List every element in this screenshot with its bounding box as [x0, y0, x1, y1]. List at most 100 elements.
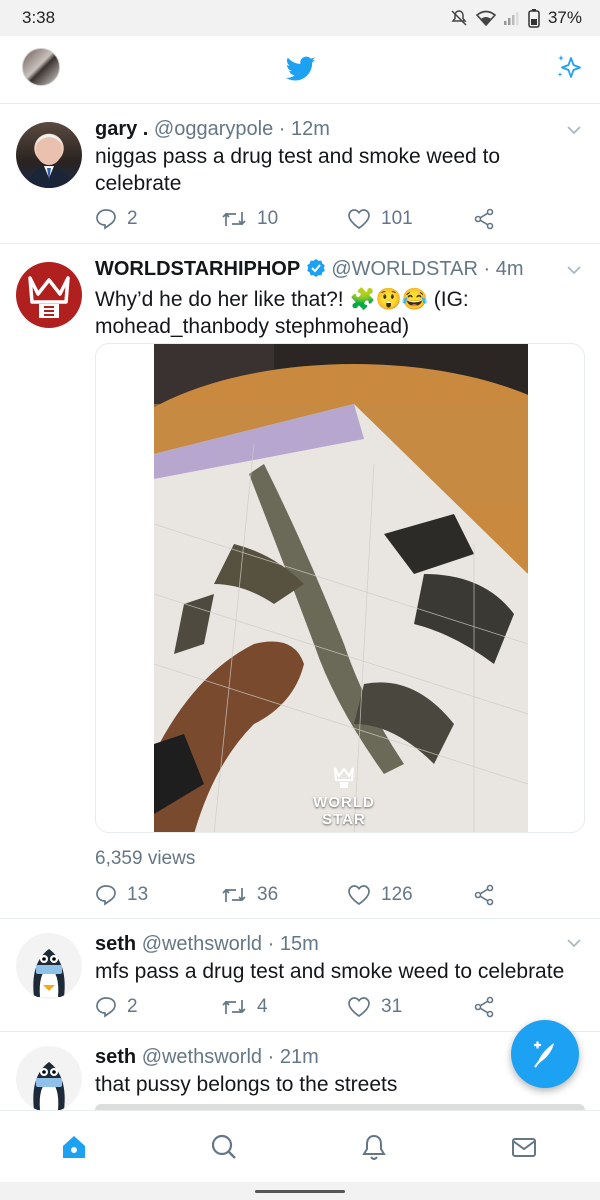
handle[interactable]: @oggarypole	[154, 118, 273, 140]
tweet-text: niggas pass a drug test and smoke weed t…	[95, 145, 501, 195]
view-count: 6,359 views	[95, 848, 196, 869]
like-button[interactable]: 101	[347, 208, 413, 230]
tweet-header: WORLDSTARHIPHOP @WORLDSTAR · 4m	[95, 258, 570, 284]
timestamp: 15m	[279, 933, 319, 955]
notifications-icon	[362, 1134, 386, 1160]
wifi-icon	[475, 10, 496, 26]
retweet-count: 4	[257, 996, 268, 1017]
share-icon	[474, 996, 494, 1018]
status-icons: 37%	[450, 8, 582, 28]
retweet-count: 36	[257, 884, 279, 905]
avatar[interactable]	[16, 122, 82, 188]
signal-icon	[503, 11, 520, 25]
retweet-icon	[222, 888, 246, 902]
home-icon	[63, 1136, 85, 1158]
handle[interactable]: @wethsworld	[142, 1046, 262, 1068]
tweet-body: WORLDSTARHIPHOP @WORLDSTAR · 4m Why’d he…	[95, 258, 570, 340]
share-icon	[474, 884, 494, 906]
tweet-body: gary . @oggarypole · 12m niggas pass a d…	[95, 118, 570, 197]
tweet-media[interactable]: WORLD STAR	[95, 343, 585, 833]
share-icon	[474, 208, 494, 230]
retweet-icon	[222, 1000, 246, 1014]
like-count: 31	[381, 996, 403, 1017]
timestamp: 4m	[495, 258, 524, 280]
tweet-text-line-2: mohead_thanbody stephmohead)	[95, 315, 410, 338]
top-app-bar	[0, 36, 600, 104]
like-button[interactable]: 31	[347, 996, 402, 1018]
battery-level: 37%	[547, 8, 582, 27]
reply-button[interactable]: 2	[95, 208, 138, 230]
handle[interactable]: @wethsworld	[142, 933, 262, 955]
nav-home[interactable]	[58, 1131, 90, 1163]
search-icon	[211, 1134, 236, 1159]
like-button[interactable]: 126	[347, 884, 413, 906]
mute-icon	[450, 9, 468, 27]
nav-messages[interactable]	[508, 1131, 540, 1163]
worldstar-crown-icon	[334, 767, 354, 788]
display-name[interactable]: seth	[95, 1046, 136, 1068]
sparkle-icon[interactable]	[554, 52, 584, 87]
twitter-bird-icon	[285, 56, 316, 87]
avatar[interactable]	[16, 1046, 82, 1112]
tweet-3[interactable]: seth @wethsworld · 15m mfs pass a drug t…	[0, 919, 600, 1032]
profile-avatar-button[interactable]	[22, 48, 60, 86]
dot-separator: ·	[278, 118, 286, 140]
status-bar: 3:38 37%	[0, 0, 600, 36]
tweet-4[interactable]: seth @wethsworld · 21m that pussy belong…	[0, 1032, 600, 1112]
tweet-actions: 2 10 101	[95, 206, 495, 232]
retweet-count: 10	[257, 208, 279, 229]
display-name[interactable]: WORLDSTARHIPHOP	[95, 258, 300, 280]
avatar[interactable]	[16, 262, 82, 328]
nav-notifications[interactable]	[358, 1131, 390, 1163]
compose-tweet-button[interactable]	[511, 1020, 579, 1088]
handle[interactable]: @WORLDSTAR	[331, 258, 478, 280]
chevron-down-icon[interactable]	[566, 122, 582, 138]
bottom-navigation	[0, 1110, 600, 1182]
share-button[interactable]	[473, 996, 495, 1018]
share-button[interactable]	[473, 208, 495, 230]
retweet-button[interactable]: 36	[221, 884, 278, 906]
reply-button[interactable]: 2	[95, 996, 138, 1018]
reply-icon	[96, 209, 116, 230]
heart-icon	[348, 885, 370, 906]
reply-count: 2	[127, 208, 138, 229]
home-indicator[interactable]	[255, 1190, 345, 1193]
tweet-text: Why’d he do her like that?! 🧩😲😂 (IG: moh…	[95, 286, 570, 340]
tweet-text-line-1: Why’d he do her like that?! 🧩😲😂 (IG:	[95, 288, 469, 311]
watermark-text: WORLD STAR	[313, 794, 375, 828]
tweet-text: mfs pass a drug test and smoke weed to c…	[95, 960, 565, 983]
dot-separator: ·	[267, 1046, 275, 1068]
avatar[interactable]	[16, 933, 82, 999]
timestamp: 12m	[291, 118, 330, 140]
tweet-body: seth @wethsworld · 15m mfs pass a drug t…	[95, 933, 570, 985]
compose-feather-icon	[534, 1041, 554, 1068]
status-time: 3:38	[22, 8, 56, 27]
reply-icon	[96, 997, 116, 1018]
tweet-header: seth @wethsworld · 21m	[95, 1046, 570, 1069]
heart-icon	[348, 997, 370, 1018]
retweet-icon	[222, 212, 246, 226]
video-player[interactable]: WORLD STAR	[154, 344, 528, 832]
display-name[interactable]: seth	[95, 933, 136, 955]
reply-button[interactable]: 13	[95, 884, 148, 906]
timestamp: 21m	[279, 1046, 319, 1068]
reply-count: 2	[127, 996, 138, 1017]
heart-icon	[348, 209, 370, 230]
share-button[interactable]	[473, 884, 495, 906]
retweet-button[interactable]: 10	[221, 208, 278, 230]
gesture-bar	[0, 1182, 600, 1200]
retweet-button[interactable]: 4	[221, 996, 268, 1018]
dot-separator: ·	[483, 258, 491, 280]
chevron-down-icon[interactable]	[566, 935, 582, 951]
tweet-actions: 13 36 126	[95, 882, 495, 908]
watermark-logo: WORLD STAR	[294, 764, 394, 828]
reply-count: 13	[127, 884, 149, 905]
tweet-1[interactable]: gary . @oggarypole · 12m niggas pass a d…	[0, 104, 600, 244]
messages-icon	[512, 1138, 536, 1157]
dot-separator: ·	[267, 933, 275, 955]
tweet-text: that pussy belongs to the streets	[95, 1073, 398, 1096]
display-name[interactable]: gary .	[95, 118, 148, 140]
chevron-down-icon[interactable]	[566, 262, 582, 278]
nav-search[interactable]	[208, 1131, 240, 1163]
tweet-header: gary . @oggarypole · 12m	[95, 118, 570, 141]
